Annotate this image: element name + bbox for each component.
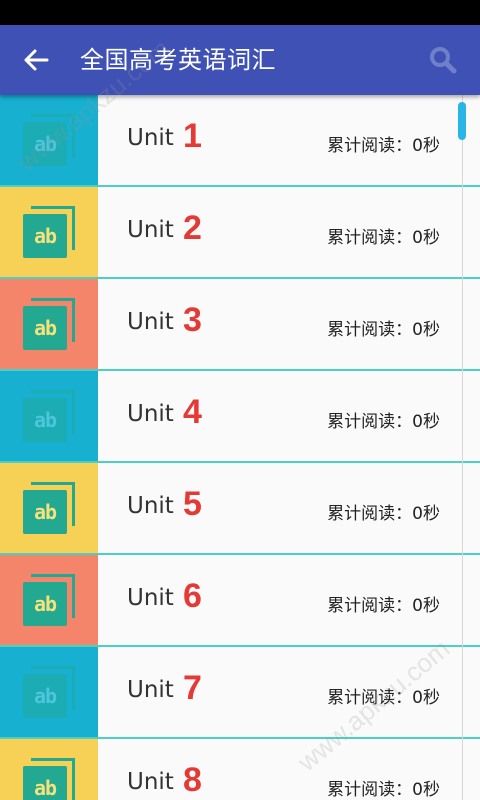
- unit-row[interactable]: ab Unit 7 累计阅读：0秒: [0, 647, 480, 739]
- unit-label: Unit: [127, 769, 174, 795]
- scrollbar-thumb[interactable]: [458, 102, 466, 140]
- unit-label: Unit: [127, 309, 174, 335]
- read-time-label: 累计阅读：0秒: [327, 780, 440, 800]
- unit-tile: ab: [0, 739, 98, 800]
- book-icon-text: ab: [33, 316, 57, 340]
- unit-label: Unit: [127, 585, 174, 611]
- status-bar: [0, 0, 480, 25]
- unit-row[interactable]: ab Unit 1 累计阅读：0秒: [0, 95, 480, 187]
- unit-tile: ab: [0, 555, 98, 645]
- unit-row[interactable]: ab Unit 5 累计阅读：0秒: [0, 463, 480, 555]
- page-title: 全国高考英语词汇: [80, 46, 276, 74]
- unit-label: Unit: [127, 677, 174, 703]
- unit-label: Unit: [127, 217, 174, 243]
- vocabulary-book-icon: ab: [23, 114, 75, 166]
- unit-row[interactable]: ab Unit 8 累计阅读：0秒: [0, 739, 480, 800]
- unit-number: 1: [183, 117, 202, 155]
- unit-row[interactable]: ab Unit 3 累计阅读：0秒: [0, 279, 480, 371]
- app-bar: 全国高考英语词汇: [0, 25, 480, 95]
- read-time-label: 累计阅读：0秒: [327, 228, 440, 248]
- unit-list: ab Unit 1 累计阅读：0秒 ab Unit 2 累计阅读：0秒 ab Unit 3 累计阅读：…: [0, 95, 480, 800]
- vocabulary-book-icon: ab: [23, 666, 75, 718]
- unit-label: Unit: [127, 125, 174, 151]
- book-icon-text: ab: [33, 776, 57, 800]
- unit-number: 8: [183, 761, 202, 799]
- unit-row[interactable]: ab Unit 6 累计阅读：0秒: [0, 555, 480, 647]
- unit-number: 2: [183, 209, 202, 247]
- unit-row[interactable]: ab Unit 2 累计阅读：0秒: [0, 187, 480, 279]
- scrollbar-track[interactable]: [462, 95, 463, 800]
- unit-label: Unit: [127, 493, 174, 519]
- read-time-label: 累计阅读：0秒: [327, 504, 440, 524]
- book-icon-text: ab: [33, 684, 57, 708]
- read-time-label: 累计阅读：0秒: [327, 688, 440, 708]
- vocabulary-book-icon: ab: [23, 298, 75, 350]
- unit-tile: ab: [0, 279, 98, 369]
- unit-number: 5: [183, 485, 202, 523]
- vocabulary-book-icon: ab: [23, 206, 75, 258]
- unit-tile: ab: [0, 371, 98, 461]
- book-icon-text: ab: [33, 408, 57, 432]
- read-time-label: 累计阅读：0秒: [327, 412, 440, 432]
- vocabulary-book-icon: ab: [23, 482, 75, 534]
- search-button[interactable]: [426, 43, 460, 77]
- search-icon: [430, 47, 457, 74]
- unit-number: 3: [183, 301, 202, 339]
- vocabulary-book-icon: ab: [23, 758, 75, 800]
- unit-row[interactable]: ab Unit 4 累计阅读：0秒: [0, 371, 480, 463]
- arrow-left-icon: [24, 49, 49, 71]
- book-icon-text: ab: [33, 500, 57, 524]
- unit-number: 6: [183, 577, 202, 615]
- book-icon-text: ab: [33, 592, 57, 616]
- read-time-label: 累计阅读：0秒: [327, 136, 440, 156]
- unit-number: 4: [183, 393, 202, 431]
- vocabulary-book-icon: ab: [23, 390, 75, 442]
- unit-tile: ab: [0, 95, 98, 185]
- vocabulary-book-icon: ab: [23, 574, 75, 626]
- unit-tile: ab: [0, 647, 98, 737]
- book-icon-text: ab: [33, 224, 57, 248]
- unit-number: 7: [183, 669, 202, 707]
- read-time-label: 累计阅读：0秒: [327, 596, 440, 616]
- unit-label: Unit: [127, 401, 174, 427]
- read-time-label: 累计阅读：0秒: [327, 320, 440, 340]
- back-button[interactable]: [18, 42, 54, 78]
- book-icon-text: ab: [33, 132, 57, 156]
- unit-tile: ab: [0, 187, 98, 277]
- unit-tile: ab: [0, 463, 98, 553]
